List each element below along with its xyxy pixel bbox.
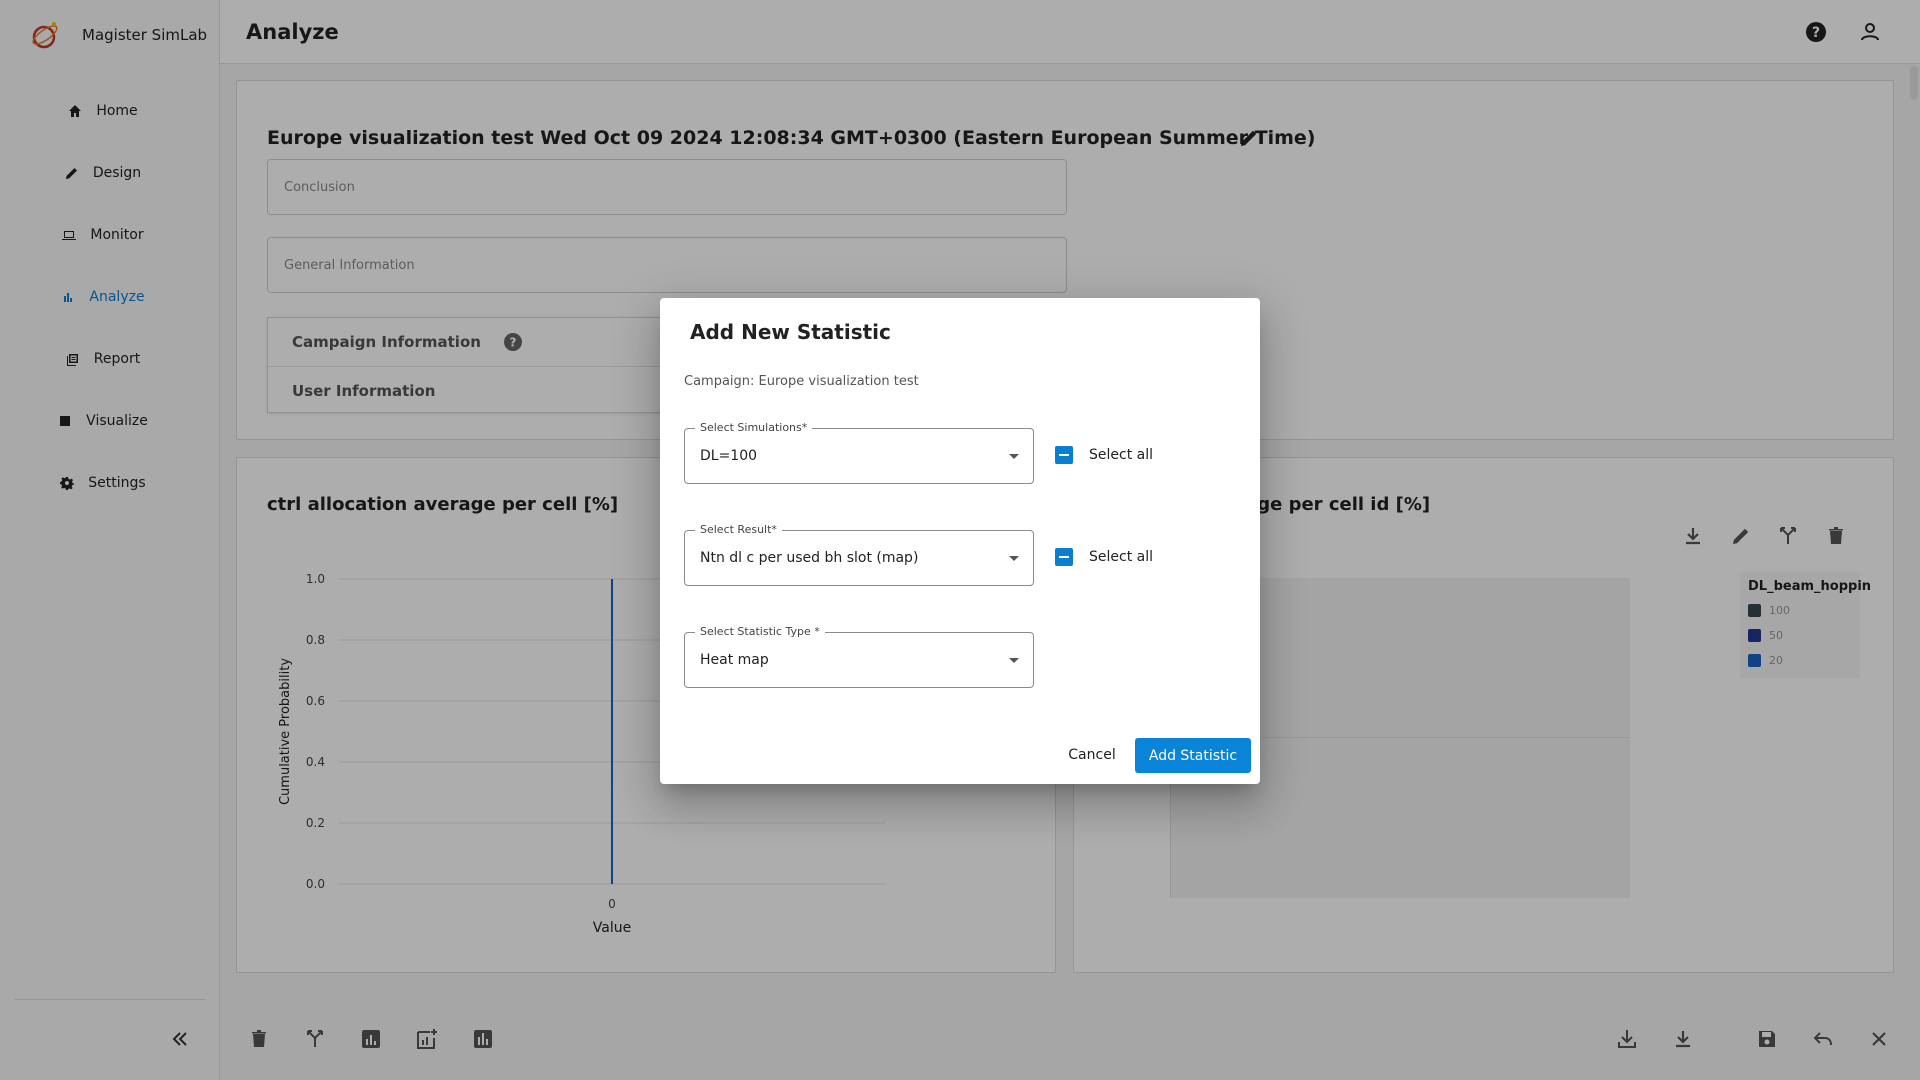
- select-all-label: Select all: [1089, 447, 1153, 463]
- page-scrollbar[interactable]: [1910, 66, 1918, 100]
- statistic-type-select-label: Select Statistic Type *: [695, 625, 825, 638]
- result-select-value: Ntn dl c per used bh slot (map): [700, 550, 919, 566]
- select-all-results[interactable]: Select all: [1055, 548, 1153, 566]
- dialog-title: Add New Statistic: [690, 320, 891, 344]
- statistic-type-select[interactable]: Select Statistic Type * Heat map: [684, 625, 1034, 688]
- indeterminate-checkbox-icon[interactable]: [1055, 548, 1073, 566]
- result-select[interactable]: Select Result* Ntn dl c per used bh slot…: [684, 523, 1034, 586]
- select-all-label: Select all: [1089, 549, 1153, 565]
- select-all-simulations[interactable]: Select all: [1055, 446, 1153, 464]
- simulations-select[interactable]: Select Simulations* DL=100: [684, 421, 1034, 484]
- simulations-select-value: DL=100: [700, 448, 758, 464]
- statistic-type-select-value: Heat map: [700, 652, 769, 668]
- cancel-button[interactable]: Cancel: [1062, 738, 1122, 772]
- result-select-label: Select Result*: [695, 523, 782, 536]
- indeterminate-checkbox-icon[interactable]: [1055, 446, 1073, 464]
- add-statistic-dialog: Add New Statistic Campaign: Europe visua…: [660, 298, 1260, 784]
- add-statistic-button[interactable]: Add Statistic: [1135, 738, 1251, 773]
- dropdown-arrow-icon: [1009, 658, 1019, 663]
- dropdown-arrow-icon: [1009, 454, 1019, 459]
- dropdown-arrow-icon: [1009, 556, 1019, 561]
- dialog-campaign-text: Campaign: Europe visualization test: [684, 374, 919, 389]
- simulations-select-label: Select Simulations*: [695, 421, 813, 434]
